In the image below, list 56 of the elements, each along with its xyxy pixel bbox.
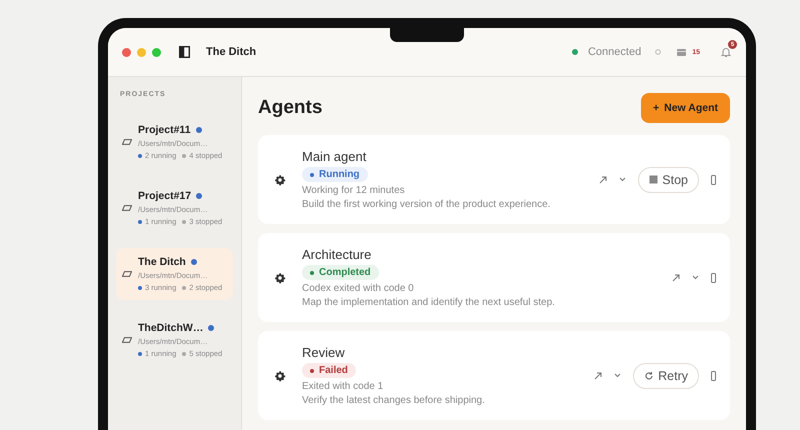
folder-icon [122,271,132,277]
status-badge: Completed [302,265,379,280]
status-badge: Failed [302,363,356,378]
stop-button[interactable]: Stop [638,166,699,192]
gear-icon [274,174,286,186]
gear-icon [274,272,286,284]
page-title: Agents [258,97,322,119]
running-dot [138,220,142,224]
project-name: TheDitchW… [138,322,204,334]
stopped-dot [182,286,186,290]
agent-name: Review [302,345,345,360]
retry-icon [644,370,654,380]
window-title: The Ditch [206,46,256,58]
active-dot [196,127,202,133]
stopped-dot [182,220,186,224]
chevron-down-icon[interactable] [619,177,626,182]
stopped-dot [182,154,186,158]
agent-detail: Working for 12 minutes [302,185,405,196]
agent-name: Main agent [302,149,366,164]
rectangle-icon[interactable] [711,370,716,380]
chevron-down-icon[interactable] [692,275,699,280]
agent-name: Architecture [302,247,372,262]
agent-detail: Codex exited with code 0 [302,283,414,294]
connection-status: Connected [588,46,642,58]
close-button[interactable] [122,48,131,56]
chevron-down-icon[interactable] [614,373,622,378]
agent-detail: Exited with code 1 [302,381,384,392]
agent-description: Map the implementation and identify the next useful step. [302,297,555,308]
arrow-icon[interactable] [594,372,602,380]
new-agent-button[interactable]: + New Agent [640,93,730,123]
sidebar-toggle-icon[interactable] [179,46,190,58]
folder-icon [122,337,132,343]
active-dot [208,325,214,331]
agent-description: Build the first working version of the product experience. [302,199,550,210]
retry-button[interactable]: Retry [633,362,699,388]
running-dot [138,286,142,290]
folder-icon [122,139,132,145]
rectangle-icon[interactable] [711,174,716,184]
arrow-icon[interactable] [672,274,680,282]
active-dot [196,193,202,199]
gear-icon [274,370,286,382]
folder-icon [122,205,132,211]
running-dot [138,154,142,158]
bell-icon[interactable] [720,46,732,58]
agent-description: Verify the latest changes before shipping. [302,395,485,406]
project-name: Project#11 [138,124,191,136]
stop-icon [649,175,658,184]
status-badge: Running [302,167,368,182]
active-dot [190,259,197,265]
running-dot [138,352,142,356]
project-name: Project#17 [138,190,192,202]
project-name: The Ditch [138,256,186,268]
card-icon[interactable] [677,48,686,56]
rectangle-icon[interactable] [711,272,716,282]
arrow-icon[interactable] [599,176,608,184]
stopped-dot [182,352,186,356]
